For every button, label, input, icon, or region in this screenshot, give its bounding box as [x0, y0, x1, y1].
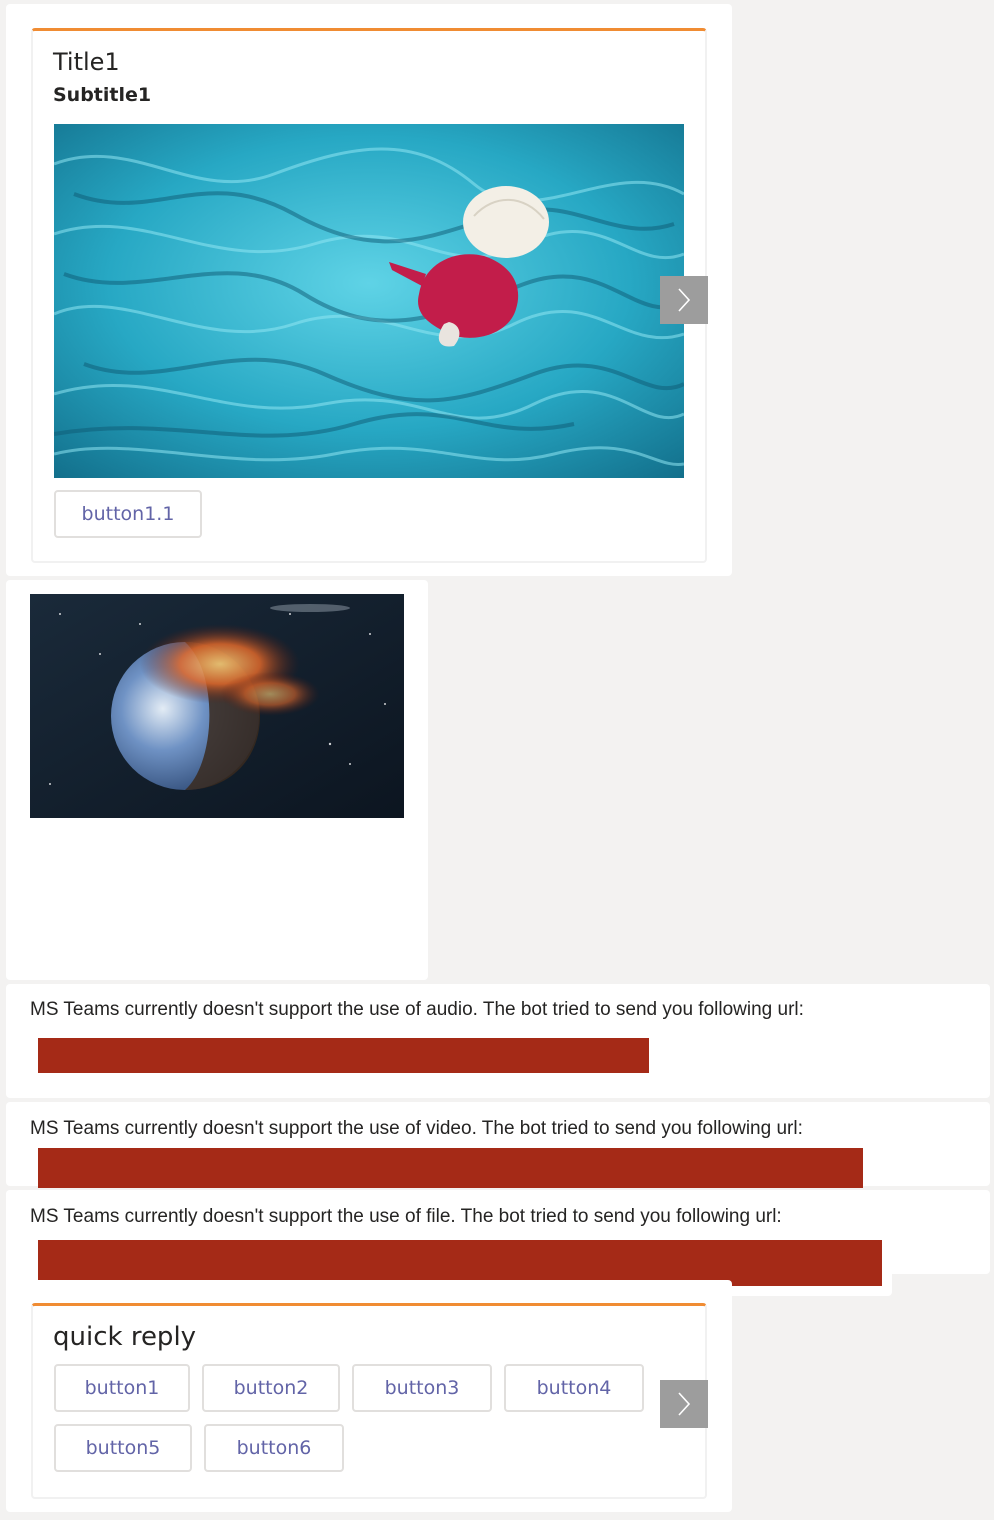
hero-next-button[interactable]: [660, 276, 708, 324]
video-notice-text: MS Teams currently doesn't support the u…: [30, 1118, 803, 1138]
quick-reply-button-3[interactable]: button3: [352, 1364, 492, 1412]
card-subtitle: Subtitle1: [53, 84, 152, 106]
quick-reply-button-1[interactable]: button1: [54, 1364, 190, 1412]
planet-image[interactable]: [30, 594, 404, 818]
quick-reply-button-5[interactable]: button5: [54, 1424, 192, 1472]
card-title: Title1: [53, 48, 120, 76]
quick-reply-title: quick reply: [53, 1322, 197, 1352]
chevron-right-icon: [678, 288, 691, 312]
audio-notice-text: MS Teams currently doesn't support the u…: [30, 999, 804, 1020]
hero-image[interactable]: [54, 124, 684, 478]
file-notice-text: MS Teams currently doesn't support the u…: [30, 1206, 782, 1227]
chevron-right-icon: [678, 1392, 691, 1416]
video-url-redacted: [38, 1148, 863, 1188]
hero-button[interactable]: button1.1: [54, 490, 202, 538]
quick-reply-next-button[interactable]: [660, 1380, 708, 1428]
quick-reply-button-6[interactable]: button6: [204, 1424, 344, 1472]
audio-url-redacted: [38, 1038, 649, 1073]
quick-reply-button-4[interactable]: button4: [504, 1364, 644, 1412]
quick-reply-button-2[interactable]: button2: [202, 1364, 340, 1412]
